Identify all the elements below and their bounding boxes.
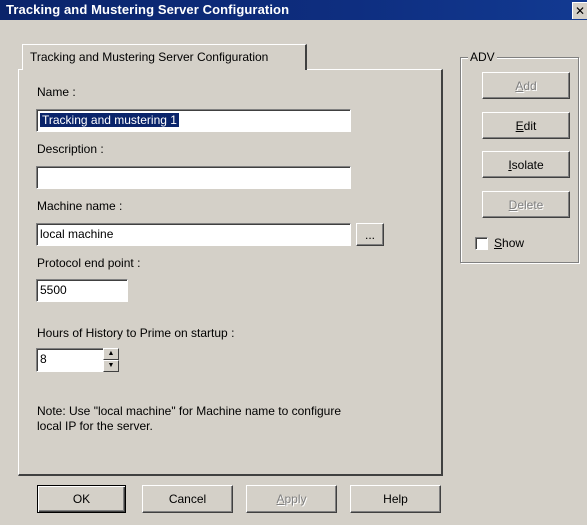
protocol-end-point-field[interactable]: 5500 xyxy=(36,279,128,302)
delete-button[interactable]: Delete xyxy=(482,191,570,218)
machine-name-label: Machine name : xyxy=(37,199,123,213)
window-title: Tracking and Mustering Server Configurat… xyxy=(6,2,290,17)
apply-button[interactable]: Apply xyxy=(246,485,337,513)
isolate-button[interactable]: Isolate xyxy=(482,151,570,178)
adv-group-title: ADV xyxy=(468,50,497,64)
hours-history-spinner[interactable]: ▲ ▼ xyxy=(103,348,119,372)
add-button[interactable]: Add xyxy=(482,72,570,99)
cancel-button[interactable]: Cancel xyxy=(142,485,233,513)
show-label[interactable]: Show xyxy=(494,236,524,250)
note-line-1: Note: Use "local machine" for Machine na… xyxy=(37,404,342,418)
name-label: Name : xyxy=(37,85,76,99)
tab-label: Tracking and Mustering Server Configurat… xyxy=(30,50,269,64)
tab-server-configuration[interactable]: Tracking and Mustering Server Configurat… xyxy=(22,44,307,70)
hours-history-value: 8 xyxy=(40,352,47,366)
title-bar: Tracking and Mustering Server Configurat… xyxy=(0,0,587,20)
spinner-up-arrow-icon[interactable]: ▲ xyxy=(103,348,119,360)
browse-machine-button[interactable]: ... xyxy=(356,223,384,246)
description-label: Description : xyxy=(37,142,104,156)
show-checkbox[interactable] xyxy=(475,237,488,250)
name-field[interactable]: Tracking and mustering 1 xyxy=(36,109,351,132)
protocol-end-point-value: 5500 xyxy=(40,283,67,297)
hours-history-label: Hours of History to Prime on startup : xyxy=(37,326,235,340)
protocol-end-point-label: Protocol end point : xyxy=(37,256,141,270)
close-icon[interactable]: ✕ xyxy=(572,2,587,19)
edit-button[interactable]: Edit xyxy=(482,112,570,139)
spinner-down-arrow-icon[interactable]: ▼ xyxy=(103,360,119,372)
browse-button-label: ... xyxy=(364,227,375,242)
help-button[interactable]: Help xyxy=(350,485,441,513)
machine-name-field[interactable]: local machine xyxy=(36,223,351,246)
machine-name-field-value: local machine xyxy=(40,227,114,241)
ok-button[interactable]: OK xyxy=(37,485,126,513)
name-field-value: Tracking and mustering 1 xyxy=(40,113,179,127)
description-field[interactable] xyxy=(36,166,351,189)
note-line-2: local IP for the server. xyxy=(37,419,153,433)
